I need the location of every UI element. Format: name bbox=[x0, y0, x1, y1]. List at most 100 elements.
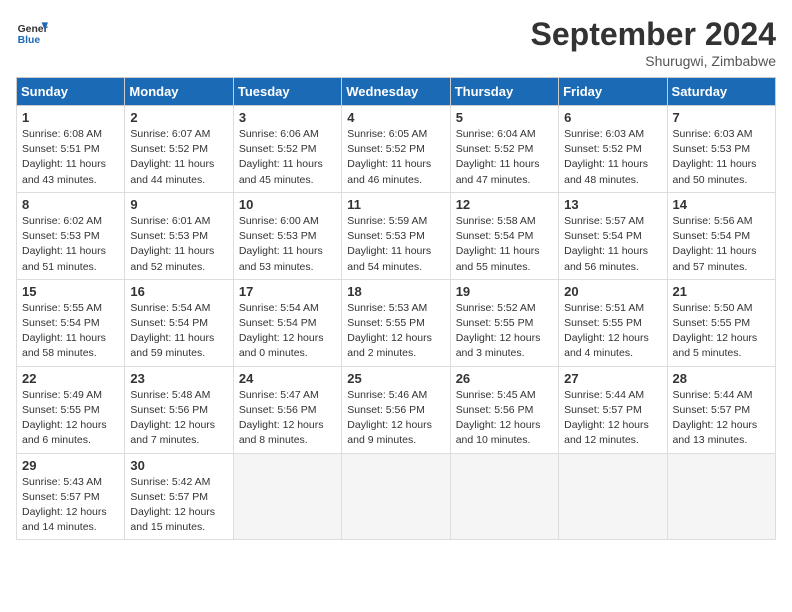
day-info: Sunrise: 6:04 AMSunset: 5:52 PMDaylight:… bbox=[456, 127, 553, 188]
column-header-sunday: Sunday bbox=[17, 78, 125, 106]
calendar-cell: 13 Sunrise: 5:57 AMSunset: 5:54 PMDayligh… bbox=[559, 192, 667, 279]
calendar-cell: 25 Sunrise: 5:46 AMSunset: 5:56 PMDayligh… bbox=[342, 366, 450, 453]
day-info: Sunrise: 5:54 AMSunset: 5:54 PMDaylight:… bbox=[239, 301, 336, 362]
day-number: 19 bbox=[456, 284, 553, 299]
day-number: 16 bbox=[130, 284, 227, 299]
column-header-thursday: Thursday bbox=[450, 78, 558, 106]
calendar-cell: 23 Sunrise: 5:48 AMSunset: 5:56 PMDayligh… bbox=[125, 366, 233, 453]
day-number: 1 bbox=[22, 110, 119, 125]
calendar-cell: 8 Sunrise: 6:02 AMSunset: 5:53 PMDaylight… bbox=[17, 192, 125, 279]
calendar-cell: 28Sunrise: 5:44 AMSunset: 5:57 PMDayligh… bbox=[667, 366, 775, 453]
day-info: Sunrise: 5:54 AMSunset: 5:54 PMDaylight:… bbox=[130, 301, 227, 362]
day-number: 7 bbox=[673, 110, 770, 125]
calendar-cell: 22 Sunrise: 5:49 AMSunset: 5:55 PMDayligh… bbox=[17, 366, 125, 453]
calendar-cell: 10 Sunrise: 6:00 AMSunset: 5:53 PMDayligh… bbox=[233, 192, 341, 279]
calendar-cell: 18 Sunrise: 5:53 AMSunset: 5:55 PMDayligh… bbox=[342, 279, 450, 366]
day-number: 6 bbox=[564, 110, 661, 125]
column-header-friday: Friday bbox=[559, 78, 667, 106]
day-number: 8 bbox=[22, 197, 119, 212]
day-number: 24 bbox=[239, 371, 336, 386]
day-info: Sunrise: 5:48 AMSunset: 5:56 PMDaylight:… bbox=[130, 388, 227, 449]
day-info: Sunrise: 6:03 AMSunset: 5:53 PMDaylight:… bbox=[673, 127, 770, 188]
day-info: Sunrise: 5:53 AMSunset: 5:55 PMDaylight:… bbox=[347, 301, 444, 362]
calendar-cell bbox=[559, 453, 667, 540]
month-title: September 2024 bbox=[531, 16, 776, 53]
calendar-cell: 21Sunrise: 5:50 AMSunset: 5:55 PMDayligh… bbox=[667, 279, 775, 366]
day-info: Sunrise: 6:08 AMSunset: 5:51 PMDaylight:… bbox=[22, 127, 119, 188]
day-info: Sunrise: 5:58 AMSunset: 5:54 PMDaylight:… bbox=[456, 214, 553, 275]
calendar-body: 1 Sunrise: 6:08 AMSunset: 5:51 PMDaylight… bbox=[17, 106, 776, 540]
day-info: Sunrise: 5:46 AMSunset: 5:56 PMDaylight:… bbox=[347, 388, 444, 449]
calendar-cell: 26 Sunrise: 5:45 AMSunset: 5:56 PMDayligh… bbox=[450, 366, 558, 453]
column-header-tuesday: Tuesday bbox=[233, 78, 341, 106]
day-number: 26 bbox=[456, 371, 553, 386]
calendar-cell: 15 Sunrise: 5:55 AMSunset: 5:54 PMDayligh… bbox=[17, 279, 125, 366]
calendar-cell: 16 Sunrise: 5:54 AMSunset: 5:54 PMDayligh… bbox=[125, 279, 233, 366]
day-info: Sunrise: 5:55 AMSunset: 5:54 PMDaylight:… bbox=[22, 301, 119, 362]
calendar-cell bbox=[233, 453, 341, 540]
day-info: Sunrise: 5:47 AMSunset: 5:56 PMDaylight:… bbox=[239, 388, 336, 449]
day-number: 11 bbox=[347, 197, 444, 212]
day-number: 23 bbox=[130, 371, 227, 386]
column-header-monday: Monday bbox=[125, 78, 233, 106]
day-number: 15 bbox=[22, 284, 119, 299]
title-block: September 2024 Shurugwi, Zimbabwe bbox=[531, 16, 776, 69]
logo: General Blue bbox=[16, 16, 48, 48]
calendar-cell: 17 Sunrise: 5:54 AMSunset: 5:54 PMDayligh… bbox=[233, 279, 341, 366]
day-number: 27 bbox=[564, 371, 661, 386]
calendar-cell: 7 Sunrise: 6:03 AMSunset: 5:53 PMDaylight… bbox=[667, 106, 775, 193]
calendar-cell: 2 Sunrise: 6:07 AMSunset: 5:52 PMDaylight… bbox=[125, 106, 233, 193]
day-info: Sunrise: 5:44 AMSunset: 5:57 PMDaylight:… bbox=[564, 388, 661, 449]
day-number: 29 bbox=[22, 458, 119, 473]
day-number: 20 bbox=[564, 284, 661, 299]
calendar-cell: 5 Sunrise: 6:04 AMSunset: 5:52 PMDaylight… bbox=[450, 106, 558, 193]
svg-text:Blue: Blue bbox=[18, 35, 41, 46]
calendar-cell: 19 Sunrise: 5:52 AMSunset: 5:55 PMDayligh… bbox=[450, 279, 558, 366]
calendar-cell bbox=[342, 453, 450, 540]
calendar-cell: 24 Sunrise: 5:47 AMSunset: 5:56 PMDayligh… bbox=[233, 366, 341, 453]
calendar-cell: 9 Sunrise: 6:01 AMSunset: 5:53 PMDaylight… bbox=[125, 192, 233, 279]
calendar-cell: 27 Sunrise: 5:44 AMSunset: 5:57 PMDayligh… bbox=[559, 366, 667, 453]
calendar-cell: 11 Sunrise: 5:59 AMSunset: 5:53 PMDayligh… bbox=[342, 192, 450, 279]
day-number: 14 bbox=[673, 197, 770, 212]
day-info: Sunrise: 6:00 AMSunset: 5:53 PMDaylight:… bbox=[239, 214, 336, 275]
day-number: 13 bbox=[564, 197, 661, 212]
column-header-saturday: Saturday bbox=[667, 78, 775, 106]
calendar-header-row: SundayMondayTuesdayWednesdayThursdayFrid… bbox=[17, 78, 776, 106]
day-info: Sunrise: 5:56 AMSunset: 5:54 PMDaylight:… bbox=[673, 214, 770, 275]
column-header-wednesday: Wednesday bbox=[342, 78, 450, 106]
day-number: 28 bbox=[673, 371, 770, 386]
day-number: 25 bbox=[347, 371, 444, 386]
day-info: Sunrise: 5:59 AMSunset: 5:53 PMDaylight:… bbox=[347, 214, 444, 275]
day-info: Sunrise: 6:03 AMSunset: 5:52 PMDaylight:… bbox=[564, 127, 661, 188]
calendar-cell: 12Sunrise: 5:58 AMSunset: 5:54 PMDayligh… bbox=[450, 192, 558, 279]
day-number: 10 bbox=[239, 197, 336, 212]
day-info: Sunrise: 6:02 AMSunset: 5:53 PMDaylight:… bbox=[22, 214, 119, 275]
day-number: 2 bbox=[130, 110, 227, 125]
day-info: Sunrise: 5:50 AMSunset: 5:55 PMDaylight:… bbox=[673, 301, 770, 362]
day-info: Sunrise: 5:57 AMSunset: 5:54 PMDaylight:… bbox=[564, 214, 661, 275]
day-info: Sunrise: 5:42 AMSunset: 5:57 PMDaylight:… bbox=[130, 475, 227, 536]
day-number: 5 bbox=[456, 110, 553, 125]
calendar-cell: 1 Sunrise: 6:08 AMSunset: 5:51 PMDaylight… bbox=[17, 106, 125, 193]
calendar-cell: 6 Sunrise: 6:03 AMSunset: 5:52 PMDaylight… bbox=[559, 106, 667, 193]
day-number: 3 bbox=[239, 110, 336, 125]
day-info: Sunrise: 5:52 AMSunset: 5:55 PMDaylight:… bbox=[456, 301, 553, 362]
location-subtitle: Shurugwi, Zimbabwe bbox=[531, 53, 776, 69]
calendar-week-5: 29Sunrise: 5:43 AMSunset: 5:57 PMDayligh… bbox=[17, 453, 776, 540]
logo-icon: General Blue bbox=[16, 16, 48, 48]
day-number: 18 bbox=[347, 284, 444, 299]
calendar-cell: 29Sunrise: 5:43 AMSunset: 5:57 PMDayligh… bbox=[17, 453, 125, 540]
day-info: Sunrise: 5:45 AMSunset: 5:56 PMDaylight:… bbox=[456, 388, 553, 449]
day-number: 30 bbox=[130, 458, 227, 473]
day-info: Sunrise: 6:07 AMSunset: 5:52 PMDaylight:… bbox=[130, 127, 227, 188]
day-info: Sunrise: 5:49 AMSunset: 5:55 PMDaylight:… bbox=[22, 388, 119, 449]
day-number: 17 bbox=[239, 284, 336, 299]
page-header: General Blue September 2024 Shurugwi, Zi… bbox=[16, 16, 776, 69]
day-number: 22 bbox=[22, 371, 119, 386]
day-info: Sunrise: 6:06 AMSunset: 5:52 PMDaylight:… bbox=[239, 127, 336, 188]
day-number: 9 bbox=[130, 197, 227, 212]
calendar-cell: 30 Sunrise: 5:42 AMSunset: 5:57 PMDayligh… bbox=[125, 453, 233, 540]
calendar-cell bbox=[667, 453, 775, 540]
day-info: Sunrise: 6:01 AMSunset: 5:53 PMDaylight:… bbox=[130, 214, 227, 275]
